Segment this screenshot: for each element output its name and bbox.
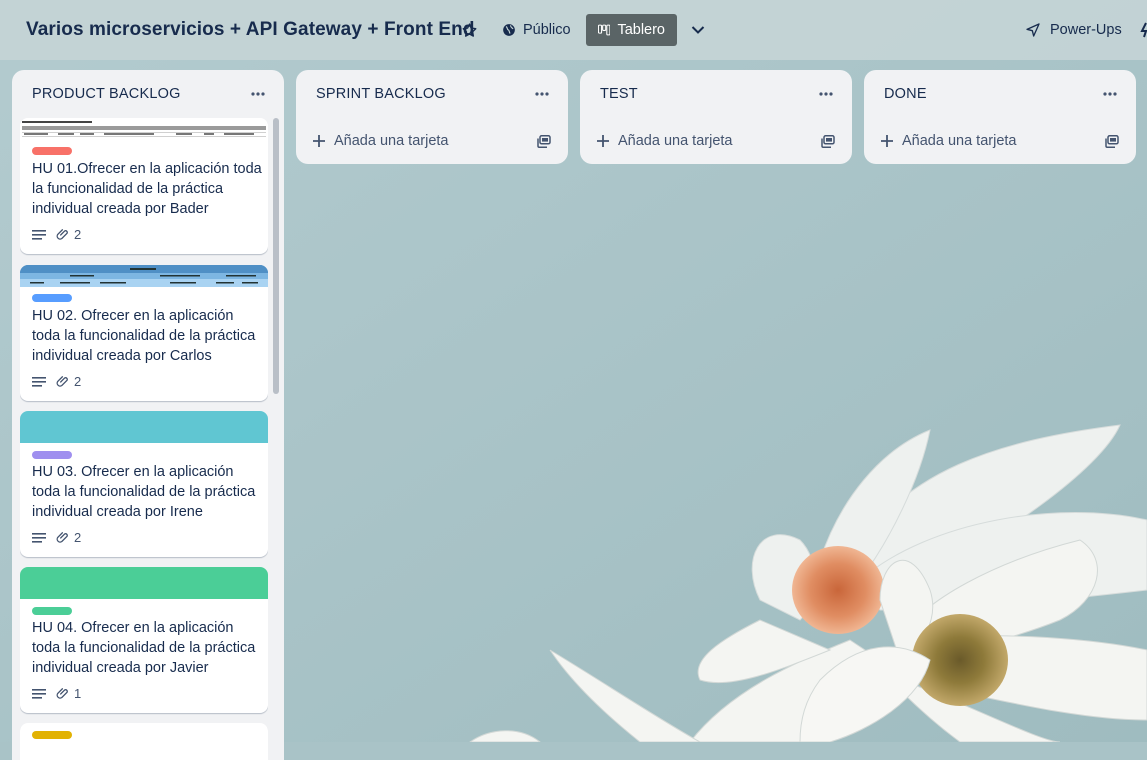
- card-badges: 2: [32, 227, 81, 242]
- board-view-button[interactable]: Tablero: [586, 14, 677, 46]
- card-label[interactable]: [32, 731, 72, 739]
- card-cover-color: [20, 567, 268, 599]
- list-header: DONE: [864, 70, 1136, 118]
- list-header: PRODUCT BACKLOG: [12, 70, 284, 118]
- card-hu03[interactable]: HU 03. Ofrecer en la aplicación toda la …: [20, 411, 268, 557]
- rocket-icon: [1026, 23, 1040, 37]
- card-cover-color: [20, 411, 268, 443]
- card-hu02[interactable]: HU 02. Ofrecer en la aplicación toda la …: [20, 265, 268, 401]
- add-card-button[interactable]: Añada una tarjeta: [880, 127, 1016, 155]
- description-icon: [32, 229, 46, 240]
- attachments-count: 2: [74, 530, 82, 545]
- board-header: Varios microservicios + API Gateway + Fr…: [0, 0, 1147, 60]
- card-cover-document: [20, 118, 268, 142]
- list-menu-button[interactable]: [530, 82, 554, 106]
- card-label[interactable]: [32, 147, 72, 155]
- description-icon: [32, 376, 46, 387]
- create-from-template-button[interactable]: [534, 131, 554, 151]
- card-title: HU 02. Ofrecer en la aplicación toda la …: [32, 308, 256, 364]
- more-icon: [1103, 92, 1117, 96]
- card-template-icon: [537, 134, 551, 148]
- card-label[interactable]: [32, 451, 72, 459]
- plus-icon: [881, 135, 893, 147]
- list-header: TEST: [580, 70, 852, 118]
- list-title[interactable]: TEST: [600, 86, 638, 102]
- list-done: DONE Añada una tarjeta: [864, 70, 1136, 164]
- attachments-count: 2: [74, 374, 82, 389]
- list-product-backlog: PRODUCT BACKLOG HU 01.Ofrecer en la apli…: [12, 70, 284, 760]
- view-switcher-button[interactable]: [687, 14, 709, 46]
- attachments-badge: 2: [56, 374, 81, 389]
- add-card-row: Añada una tarjeta: [580, 118, 852, 164]
- paperclip-icon: [56, 687, 68, 699]
- list-menu-button[interactable]: [246, 82, 270, 106]
- card-template-icon: [1105, 134, 1119, 148]
- plus-icon: [597, 135, 609, 147]
- visibility-label: Público: [523, 22, 571, 38]
- paperclip-icon: [56, 228, 68, 240]
- list-menu-button[interactable]: [1098, 82, 1122, 106]
- card-badges: 2: [32, 530, 81, 545]
- automation-icon[interactable]: [1140, 14, 1147, 46]
- attachments-count: 2: [74, 227, 82, 242]
- card-hu01[interactable]: HU 01.Ofrecer en la aplicación toda la f…: [20, 118, 268, 254]
- list-menu-button[interactable]: [814, 82, 838, 106]
- paperclip-icon: [56, 531, 68, 543]
- powerups-label: Power-Ups: [1050, 22, 1122, 38]
- attachments-badge: 2: [56, 530, 81, 545]
- card-label[interactable]: [32, 294, 72, 302]
- add-card-row: Añada una tarjeta: [864, 118, 1136, 164]
- add-card-button[interactable]: Añada una tarjeta: [312, 127, 448, 155]
- card-cover-spreadsheet: [20, 265, 268, 287]
- add-card-label: Añada una tarjeta: [902, 133, 1017, 149]
- list-scrollbar[interactable]: [272, 118, 280, 758]
- description-icon: [32, 688, 46, 699]
- attachments-badge: 2: [56, 227, 81, 242]
- card-title: HU 03. Ofrecer en la aplicación toda la …: [32, 464, 256, 520]
- scrollbar-thumb[interactable]: [273, 118, 279, 394]
- chevron-down-icon: [691, 26, 705, 34]
- create-from-template-button[interactable]: [818, 131, 838, 151]
- more-icon: [535, 92, 549, 96]
- globe-icon: [503, 24, 515, 36]
- board-view-label: Tablero: [617, 22, 665, 38]
- board-icon: [598, 24, 611, 36]
- card-label[interactable]: [32, 607, 72, 615]
- star-button[interactable]: [458, 14, 480, 46]
- attachments-count: 1: [74, 686, 82, 701]
- board-title[interactable]: Varios microservicios + API Gateway + Fr…: [26, 19, 475, 41]
- powerups-button[interactable]: Power-Ups: [1025, 14, 1122, 46]
- more-icon: [819, 92, 833, 96]
- list-test: TEST Añada una tarjeta: [580, 70, 852, 164]
- add-card-row: Añada una tarjeta: [296, 118, 568, 164]
- card-title: HU 04. Ofrecer en la aplicación toda la …: [32, 620, 256, 676]
- create-from-template-button[interactable]: [1102, 131, 1122, 151]
- add-card-label: Añada una tarjeta: [618, 133, 733, 149]
- attachments-badge: 1: [56, 686, 81, 701]
- card-hu04[interactable]: HU 04. Ofrecer en la aplicación toda la …: [20, 567, 268, 713]
- star-icon: [462, 22, 476, 37]
- list-header: SPRINT BACKLOG: [296, 70, 568, 118]
- add-card-button[interactable]: Añada una tarjeta: [596, 127, 732, 155]
- list-title[interactable]: PRODUCT BACKLOG: [32, 86, 181, 102]
- list-title[interactable]: SPRINT BACKLOG: [316, 86, 446, 102]
- description-icon: [32, 532, 46, 543]
- paperclip-icon: [56, 375, 68, 387]
- list-sprint-backlog: SPRINT BACKLOG Añada una tarjeta: [296, 70, 568, 164]
- add-card-label: Añada una tarjeta: [334, 133, 449, 149]
- visibility-button[interactable]: Público: [502, 14, 571, 46]
- list-title[interactable]: DONE: [884, 86, 927, 102]
- card-badges: 1: [32, 686, 81, 701]
- plus-icon: [313, 135, 325, 147]
- card-badges: 2: [32, 374, 81, 389]
- card-title: HU 01.Ofrecer en la aplicación toda la f…: [32, 161, 262, 217]
- card-template-icon: [821, 134, 835, 148]
- card-list: HU 01.Ofrecer en la aplicación toda la f…: [20, 118, 268, 760]
- more-icon: [251, 92, 265, 96]
